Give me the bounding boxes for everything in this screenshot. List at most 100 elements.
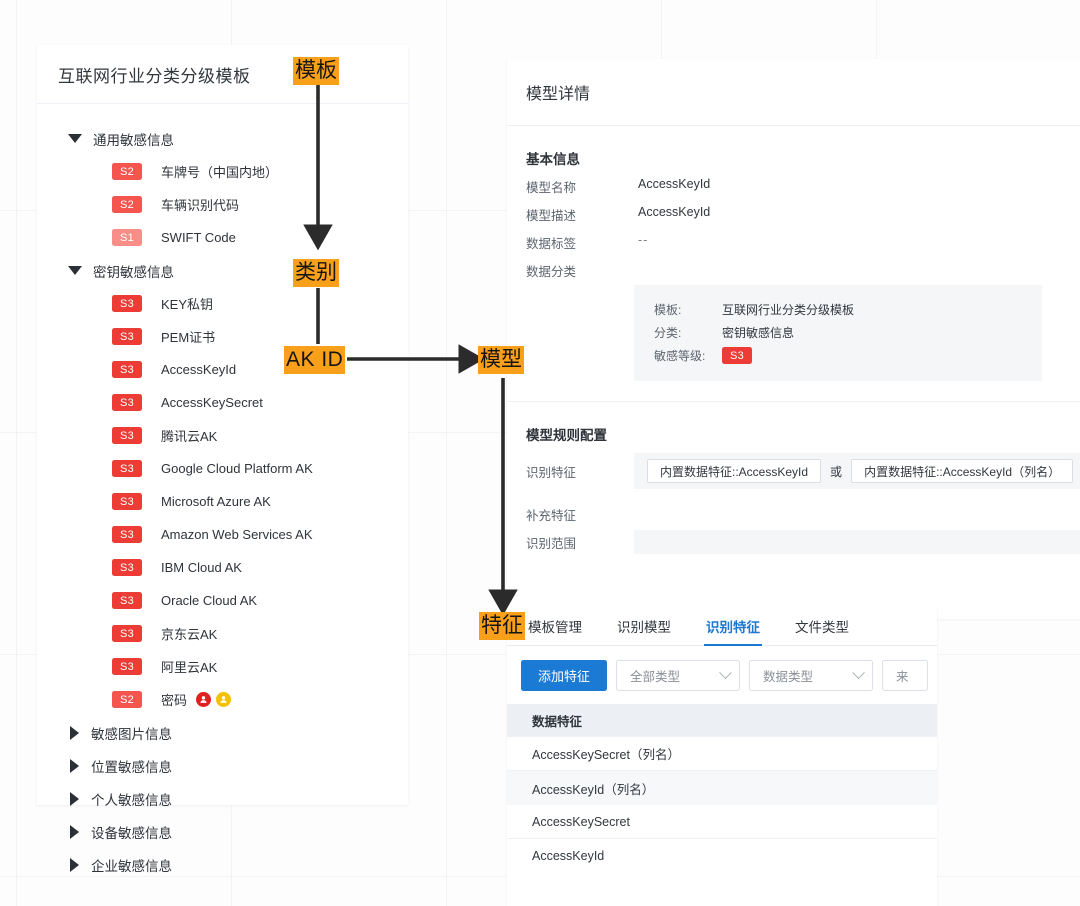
tab-recognition-feature[interactable]: 识别特征 — [704, 616, 762, 646]
tree-group-enterprise[interactable]: 企业敏感信息 — [37, 848, 408, 881]
chevron-down-icon — [719, 666, 732, 680]
tree-item[interactable]: S3 腾讯云AK — [37, 419, 408, 452]
tree-item[interactable]: S3 阿里云AK — [37, 650, 408, 683]
table-row[interactable]: AccessKeySecret — [507, 805, 937, 839]
tree-item[interactable]: S3 京东云AK — [37, 617, 408, 650]
table-row[interactable]: AccessKeyId — [507, 839, 937, 873]
field-label: 数据标签 — [526, 237, 577, 251]
filter-all-types-select[interactable]: 全部类型 — [616, 660, 741, 691]
model-detail-title: 模型详情 — [526, 86, 591, 103]
tree-item-label: Microsoft Azure AK — [161, 494, 271, 509]
tree-item[interactable]: S2 车辆识别代码 — [37, 188, 408, 221]
tree-item-label: 密码 — [161, 693, 188, 708]
screenshot-canvas: 互联网行业分类分级模板 通用敏感信息 S2 车牌号（中国内地） S2 车辆识别代… — [0, 0, 1080, 906]
tree-item[interactable]: S1 SWIFT Code — [37, 221, 408, 254]
tree-item[interactable]: S3 Google Cloud Platform AK — [37, 452, 408, 485]
tree-group-image[interactable]: 敏感图片信息 — [37, 716, 408, 749]
tree-item-label: Amazon Web Services AK — [161, 527, 313, 542]
scope-row-background — [634, 530, 1080, 554]
tree-item-label: PEM证书 — [161, 330, 216, 345]
classification-label: 敏感等级: — [654, 349, 706, 363]
table-row[interactable]: AccessKeyId（列名） — [507, 771, 937, 805]
caret-right-icon[interactable] — [70, 725, 79, 740]
caret-down-icon[interactable] — [68, 266, 82, 275]
tree-item-label: AccessKeySecret — [161, 395, 263, 410]
column-header-data-feature: 数据特征 — [532, 715, 583, 729]
caret-right-icon[interactable] — [70, 857, 79, 872]
tab-file-type[interactable]: 文件类型 — [795, 616, 849, 645]
sensitivity-badge: S2 — [112, 163, 142, 180]
field-label: 补充特征 — [526, 509, 577, 523]
person-red-icon — [196, 692, 212, 707]
tree-group-secret[interactable]: 密钥敏感信息 — [37, 254, 408, 287]
sensitivity-badge: S2 — [112, 691, 142, 708]
field-label: 识别范围 — [526, 537, 577, 551]
tree-item[interactable]: S3 Oracle Cloud AK — [37, 584, 408, 617]
caret-right-icon[interactable] — [70, 791, 79, 806]
tree-group-label: 设备敏感信息 — [91, 825, 172, 841]
add-feature-button[interactable]: 添加特征 — [521, 660, 608, 691]
field-label: 模型描述 — [526, 209, 577, 223]
field-model-description: 模型描述 AccessKeyId — [507, 196, 1080, 224]
tree-item-label: 车辆识别代码 — [161, 198, 240, 213]
caret-right-icon[interactable] — [70, 824, 79, 839]
tree-group-device[interactable]: 设备敏感信息 — [37, 815, 408, 848]
tree-item-label: 阿里云AK — [161, 660, 218, 675]
model-detail-panel: 模型详情 基本信息 模型名称 AccessKeyId 模型描述 AccessKe… — [507, 59, 1080, 619]
tree-item-label: SWIFT Code — [161, 230, 236, 245]
tree-item-accesskeyid[interactable]: S3 AccessKeyId — [37, 353, 408, 386]
classification-box: 模板: 互联网行业分类分级模板 分类: 密钥敏感信息 敏感等级: S3 — [634, 285, 1042, 381]
tree-group-label: 企业敏感信息 — [91, 858, 172, 874]
tab-recognition-model[interactable]: 识别模型 — [617, 616, 671, 645]
table-header: 数据特征 — [507, 704, 937, 737]
sensitivity-badge: S3 — [112, 394, 142, 411]
filter-all-types-label: 全部类型 — [630, 670, 681, 684]
field-value: -- — [638, 233, 649, 247]
tree-group-label: 个人敏感信息 — [91, 792, 172, 808]
field-data-tag: 数据标签 -- — [507, 224, 1080, 252]
caret-right-icon[interactable] — [70, 758, 79, 773]
filter-source-select[interactable]: 来 — [882, 660, 929, 691]
tree-item[interactable]: S2 车牌号（中国内地） — [37, 155, 408, 188]
filter-source-label: 来 — [896, 670, 909, 684]
tree-item-label: IBM Cloud AK — [161, 560, 242, 575]
sensitivity-badge: S3 — [112, 493, 142, 510]
table-cell-data-feature: AccessKeyId — [532, 849, 605, 863]
field-value: AccessKeyId — [638, 205, 711, 219]
tree-item-password[interactable]: S2 密码 — [37, 683, 408, 716]
sensitivity-badge: S1 — [112, 229, 142, 246]
tree-item[interactable]: S3 Microsoft Azure AK — [37, 485, 408, 518]
tree-item-label: AccessKeyId — [161, 362, 237, 377]
caret-down-icon[interactable] — [68, 134, 82, 143]
feature-chip-2[interactable]: 内置数据特征::AccessKeyId（列名） — [851, 459, 1074, 483]
classification-label: 分类: — [654, 326, 682, 340]
tree-item[interactable]: S3 Amazon Web Services AK — [37, 518, 408, 551]
template-panel-title: 互联网行业分类分级模板 — [58, 66, 251, 86]
tree-item[interactable]: S3 KEY私钥 — [37, 287, 408, 320]
tree-group-label: 密钥敏感信息 — [93, 264, 174, 280]
chevron-down-icon — [852, 666, 865, 680]
classification-row-category: 分类: 密钥敏感信息 — [634, 321, 1042, 344]
table-row[interactable]: AccessKeySecret（列名） — [507, 737, 937, 771]
row-status-icons — [196, 692, 232, 707]
feature-chip-1[interactable]: 内置数据特征::AccessKeyId — [647, 459, 822, 483]
tree-item-label: KEY私钥 — [161, 297, 214, 312]
field-supplement-feature: 补充特征 — [507, 489, 1080, 524]
tree-item-label: 腾讯云AK — [161, 429, 218, 444]
tab-template-management[interactable]: 模板管理 — [528, 616, 582, 645]
tree-item[interactable]: S3 IBM Cloud AK — [37, 551, 408, 584]
sensitivity-badge: S3 — [112, 295, 142, 312]
tree-group-location[interactable]: 位置敏感信息 — [37, 749, 408, 782]
template-panel-header: 互联网行业分类分级模板 — [37, 45, 408, 104]
person-yellow-icon — [216, 692, 232, 707]
filter-data-type-select[interactable]: 数据类型 — [749, 660, 874, 691]
classification-row-template: 模板: 互联网行业分类分级模板 — [634, 298, 1042, 321]
field-label: 模型名称 — [526, 181, 577, 195]
tree-item[interactable]: S3 AccessKeySecret — [37, 386, 408, 419]
tree-item[interactable]: S3 PEM证书 — [37, 320, 408, 353]
sensitivity-badge: S3 — [112, 526, 142, 543]
tree-group-general[interactable]: 通用敏感信息 — [37, 122, 408, 155]
sensitivity-badge: S3 — [112, 559, 142, 576]
tree-group-personal[interactable]: 个人敏感信息 — [37, 782, 408, 815]
sensitivity-badge: S3 — [112, 460, 142, 477]
